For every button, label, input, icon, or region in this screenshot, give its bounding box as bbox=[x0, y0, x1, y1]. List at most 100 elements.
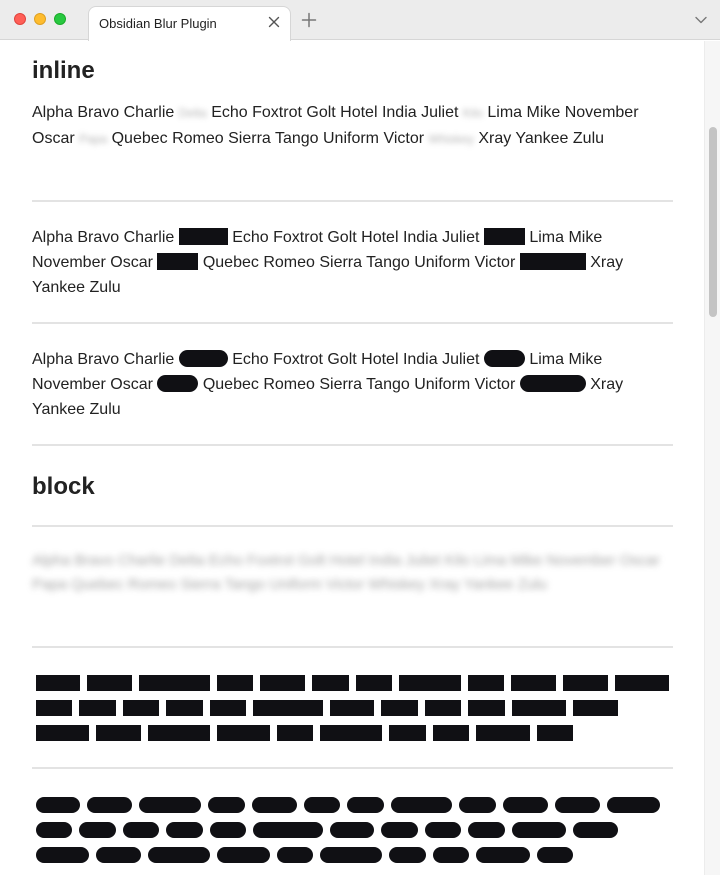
redacted-word bbox=[123, 822, 159, 838]
redacted-word bbox=[468, 675, 504, 691]
redacted-word bbox=[425, 700, 461, 716]
redacted-word bbox=[252, 797, 297, 813]
redacted-word bbox=[433, 725, 469, 741]
redacted-word bbox=[391, 797, 452, 813]
vertical-scrollbar[interactable] bbox=[704, 41, 720, 875]
redacted-word bbox=[304, 797, 340, 813]
redacted-word bbox=[389, 847, 426, 863]
inline-box-paragraph: Alpha Bravo Charlie Echo Foxtrot Golt Ho… bbox=[32, 225, 652, 300]
redacted-word bbox=[347, 797, 384, 813]
redacted-word bbox=[615, 675, 669, 691]
redacted-word bbox=[381, 700, 418, 716]
bar-row bbox=[36, 847, 676, 872]
redacted-word bbox=[459, 797, 496, 813]
bar-row bbox=[36, 725, 676, 750]
redacted-word bbox=[253, 822, 323, 838]
divider bbox=[32, 444, 673, 446]
redacted-word bbox=[96, 725, 141, 741]
divider bbox=[32, 322, 673, 324]
minimize-window-button[interactable] bbox=[34, 13, 46, 25]
redacted-word bbox=[399, 675, 461, 691]
title-bar: Obsidian Blur Plugin bbox=[0, 0, 720, 41]
tab-obsidian-blur-plugin[interactable]: Obsidian Blur Plugin bbox=[88, 6, 291, 41]
redacted-word[interactable] bbox=[519, 375, 586, 392]
redacted-word bbox=[139, 675, 210, 691]
redacted-word bbox=[123, 700, 159, 716]
redacted-word bbox=[555, 797, 600, 813]
redacted-word bbox=[217, 725, 270, 741]
divider bbox=[32, 525, 673, 527]
redacted-word[interactable] bbox=[519, 253, 586, 270]
inline-blur-paragraph: Alpha Bravo Charlie Delta Echo Foxtrot G… bbox=[32, 100, 652, 152]
divider bbox=[32, 646, 673, 648]
inline-pill-paragraph: Alpha Bravo Charlie Echo Foxtrot Golt Ho… bbox=[32, 347, 652, 422]
redacted-word bbox=[512, 700, 566, 716]
redacted-word[interactable] bbox=[178, 350, 228, 367]
redacted-word bbox=[356, 675, 392, 691]
redacted-word bbox=[320, 847, 382, 863]
blurred-word[interactable]: Delta bbox=[179, 106, 207, 120]
text-segment: Xray Yankee Zulu bbox=[478, 130, 605, 147]
redacted-word bbox=[79, 700, 116, 716]
redacted-word bbox=[148, 847, 210, 863]
redacted-word bbox=[36, 847, 89, 863]
redacted-word bbox=[468, 700, 505, 716]
redacted-word bbox=[210, 700, 246, 716]
redacted-word bbox=[381, 822, 418, 838]
redacted-word bbox=[277, 847, 313, 863]
blurred-block[interactable]: Alpha Bravo Charlie Delta Echo Foxtrot G… bbox=[32, 549, 660, 597]
redacted-word bbox=[36, 797, 80, 813]
scrollbar-thumb[interactable] bbox=[709, 127, 717, 317]
redacted-word[interactable] bbox=[483, 228, 525, 245]
redacted-word bbox=[330, 700, 374, 716]
redacted-word bbox=[537, 725, 573, 741]
redacted-word bbox=[512, 822, 566, 838]
redacted-word bbox=[148, 725, 210, 741]
text-segment: Quebec Romeo Sierra Tango Uniform Victor bbox=[202, 254, 516, 271]
redacted-word bbox=[208, 797, 245, 813]
redacted-word bbox=[320, 725, 382, 741]
close-icon[interactable] bbox=[266, 14, 282, 30]
divider bbox=[32, 200, 673, 202]
redacted-word[interactable] bbox=[178, 228, 228, 245]
redacted-word bbox=[537, 847, 573, 863]
redacted-word bbox=[433, 847, 469, 863]
redacted-word bbox=[312, 675, 349, 691]
redacted-word bbox=[260, 675, 305, 691]
pill-block[interactable] bbox=[36, 797, 676, 872]
redacted-word[interactable] bbox=[157, 253, 199, 270]
redacted-word bbox=[217, 847, 270, 863]
redacted-word bbox=[96, 847, 141, 863]
blurred-word[interactable]: Kilo bbox=[463, 106, 483, 120]
text-segment: Alpha Bravo Charlie bbox=[32, 229, 175, 246]
redacted-word bbox=[36, 675, 80, 691]
redacted-word bbox=[277, 725, 313, 741]
redacted-word bbox=[503, 797, 548, 813]
redacted-word bbox=[166, 822, 203, 838]
plus-icon[interactable] bbox=[300, 11, 318, 29]
blurred-word[interactable]: Whiskey bbox=[429, 132, 474, 146]
heading-block: block bbox=[32, 473, 95, 500]
text-segment: Echo Foxtrot Golt Hotel India Juliet bbox=[232, 229, 480, 246]
redacted-word bbox=[511, 675, 556, 691]
document-view: inline Alpha Bravo Charlie Delta Echo Fo… bbox=[0, 41, 704, 875]
boxed-block[interactable] bbox=[36, 675, 676, 750]
redacted-word bbox=[476, 847, 530, 863]
redacted-word[interactable] bbox=[157, 375, 199, 392]
maximize-window-button[interactable] bbox=[54, 13, 66, 25]
close-window-button[interactable] bbox=[14, 13, 26, 25]
redacted-word[interactable] bbox=[483, 350, 525, 367]
redacted-word bbox=[425, 822, 461, 838]
heading-inline: inline bbox=[32, 57, 95, 84]
redacted-word bbox=[36, 822, 72, 838]
text-segment: Alpha Bravo Charlie bbox=[32, 351, 175, 368]
redacted-word bbox=[389, 725, 426, 741]
chevron-down-icon[interactable] bbox=[694, 13, 708, 27]
bar-row bbox=[36, 822, 676, 847]
redacted-word bbox=[36, 725, 89, 741]
redacted-word bbox=[253, 700, 323, 716]
redacted-word bbox=[573, 822, 618, 838]
blurred-word[interactable]: Papa bbox=[79, 132, 107, 146]
redacted-word bbox=[87, 675, 132, 691]
redacted-word bbox=[87, 797, 132, 813]
